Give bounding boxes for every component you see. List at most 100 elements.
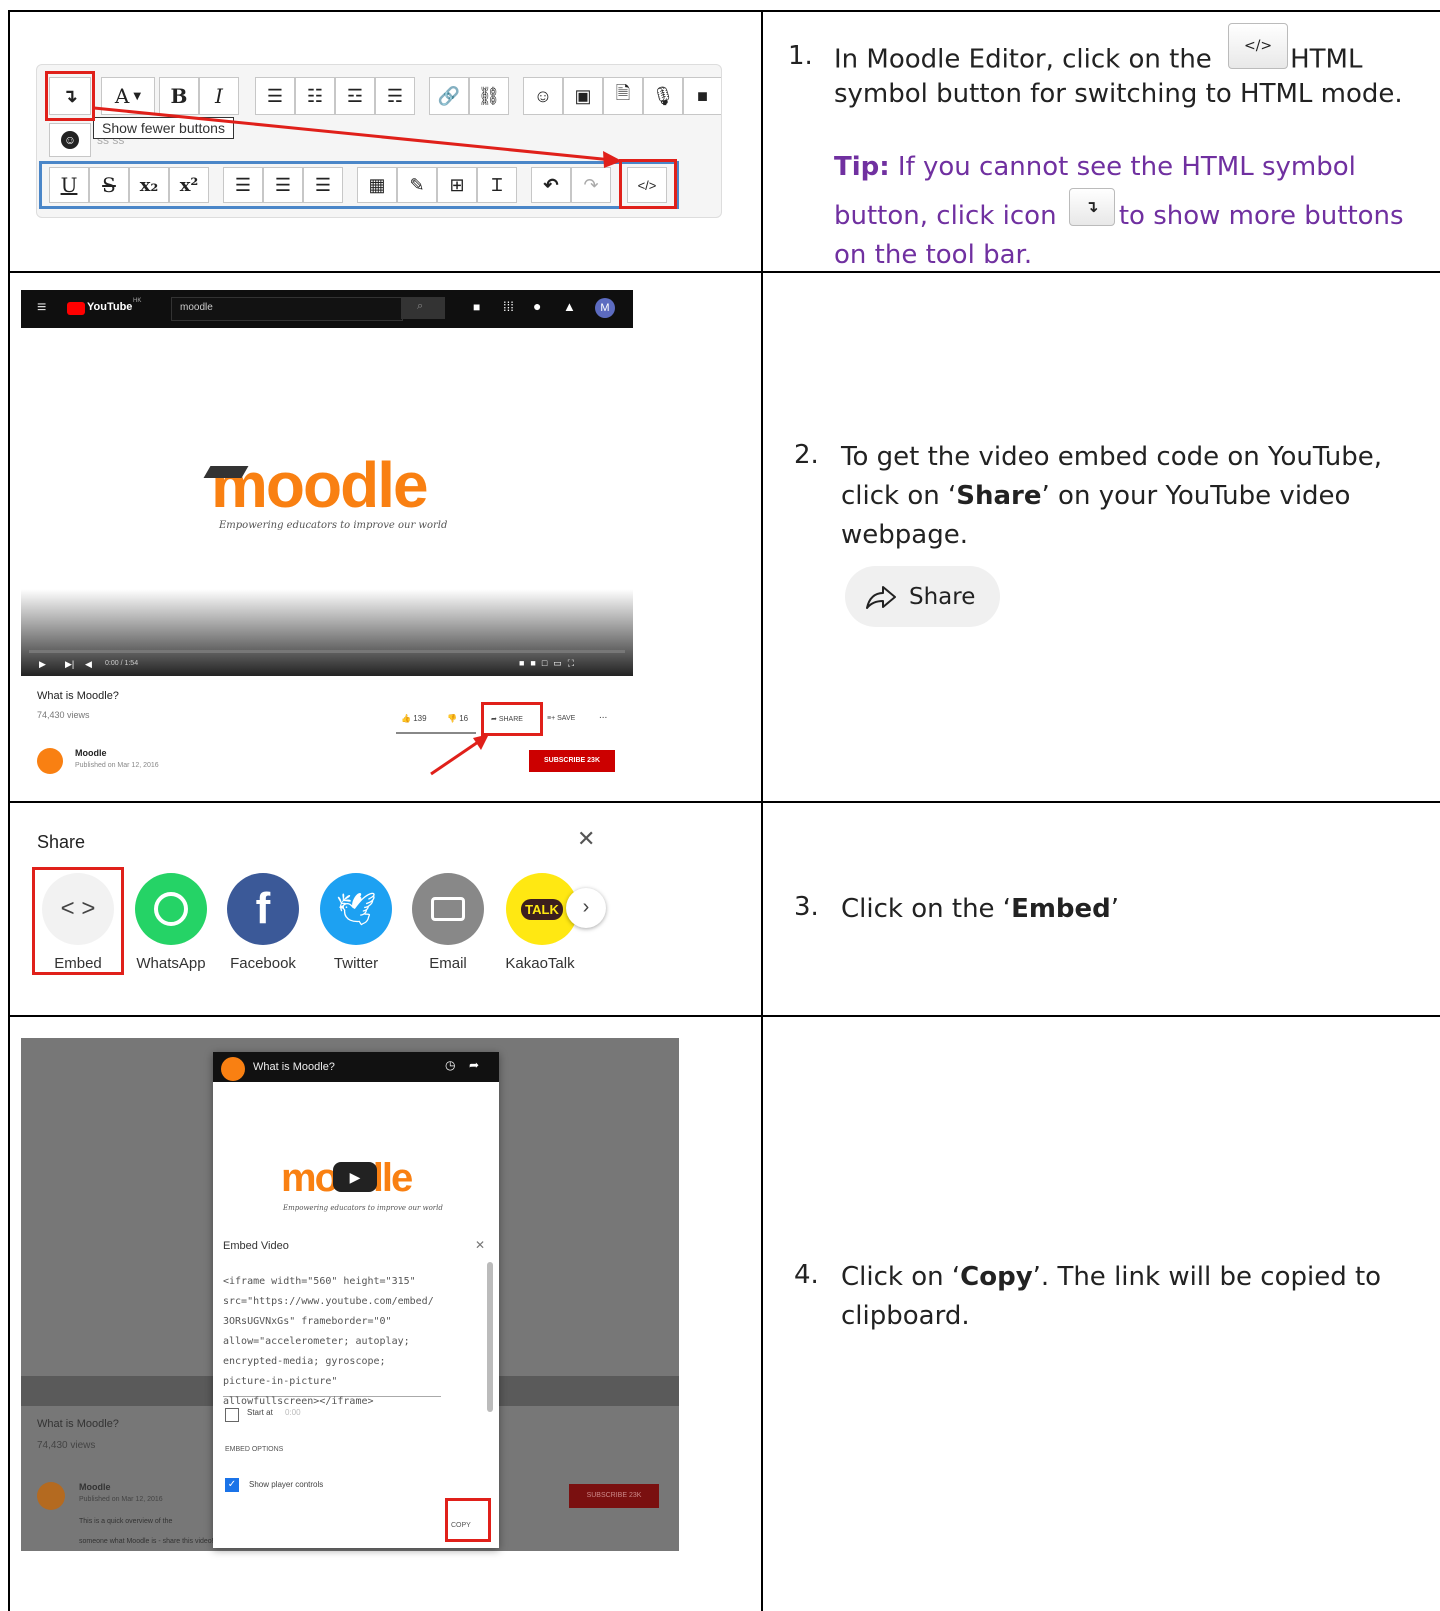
step-4-line-2: clipboard. [841, 1301, 970, 1331]
youtube-topbar: ≡ YouTube HK moodle ⌕ ■ ⁞⁞⁞ ● ▲ M [21, 290, 633, 328]
embed-video-title: What is Moodle? [253, 1061, 335, 1073]
embed-dialog-header: What is Moodle? ◷ ➦ [213, 1052, 499, 1082]
tip-line-2-before: button, click icon [834, 201, 1057, 231]
messages-icon[interactable]: ● [533, 298, 541, 314]
save-button[interactable]: ≡+ SAVE [547, 715, 575, 722]
share-button-example[interactable]: Share [845, 566, 1000, 627]
bg-channel-avatar [37, 1482, 65, 1510]
youtube-logo-icon[interactable] [67, 302, 85, 315]
next-icon[interactable]: ▶| [65, 659, 74, 670]
menu-icon[interactable]: ≡ [37, 299, 46, 317]
share-icon [866, 585, 896, 609]
embed-options-heading: EMBED OPTIONS [225, 1446, 284, 1453]
code-line-6: picture-in-picture" [223, 1376, 338, 1387]
search-button[interactable]: ⌕ [401, 297, 445, 319]
whatsapp-label: WhatsApp [136, 955, 206, 972]
embed-channel-icon [221, 1057, 245, 1081]
step-2-line-3: webpage. [841, 520, 968, 550]
more-actions-button[interactable]: ... [599, 710, 607, 721]
start-at-time: 0:00 [285, 1408, 301, 1417]
avatar[interactable]: M [595, 298, 615, 318]
create-video-icon[interactable]: ■ [473, 300, 480, 314]
player-controls-icons[interactable]: ■■□▭⛶ [519, 658, 580, 669]
table-divider-3 [8, 1015, 1440, 1017]
subscribe-button[interactable]: SUBSCRIBE 23K [529, 750, 615, 772]
tip-line-1-text: If you cannot see the HTML symbol [889, 152, 1356, 182]
step-4-text: Click on ‘Copy’. The link will be copied… [841, 1258, 1421, 1336]
embed-code-box[interactable]: <iframe width="560" height="315" src="ht… [223, 1272, 441, 1407]
youtube-logo-text: YouTube [87, 301, 133, 313]
step-3-text: Click on the ‘Embed’ [841, 890, 1119, 929]
facebook-icon: f [255, 884, 271, 933]
embed-scrollbar[interactable] [487, 1262, 493, 1412]
embed-preview-tagline: Empowering educators to improve our worl… [283, 1204, 443, 1212]
whatsapp-share-button[interactable] [135, 873, 207, 945]
email-label: Email [429, 955, 467, 972]
play-icon[interactable]: ▶ [39, 659, 46, 670]
volume-icon[interactable]: ◀ [85, 659, 92, 670]
apps-icon[interactable]: ⁞⁞⁞ [503, 299, 514, 314]
show-controls-checkbox[interactable]: ✓ [225, 1478, 239, 1492]
step-2-line-1: To get the video embed code on YouTube, [841, 442, 1383, 472]
like-button[interactable]: 👍 139 [401, 714, 427, 723]
tip-label: Tip: [834, 152, 890, 182]
start-at-label: Start at [247, 1408, 273, 1417]
thumbs-up-icon: 👍 [401, 714, 411, 723]
whatsapp-icon [154, 892, 188, 926]
share-header-icon[interactable]: ➦ [469, 1058, 479, 1072]
moodle-tagline: Empowering educators to improve our worl… [219, 520, 448, 531]
bg-video-title: What is Moodle? [37, 1418, 119, 1430]
step-3-after: ’ [1110, 894, 1120, 924]
region-label: HK [133, 298, 142, 304]
time-display: 0:00 / 1:54 [105, 660, 139, 667]
youtube-screenshot: ≡ YouTube HK moodle ⌕ ■ ⁞⁞⁞ ● ▲ M moodle… [21, 290, 633, 780]
step-1-tip: Tip: If you cannot see the HTML symbol b… [834, 143, 1424, 280]
code-line-5: encrypted-media; gyroscope; [223, 1356, 386, 1367]
highlight-embed-button [32, 867, 124, 975]
step-2-line-2-after: ’ on your YouTube video [1041, 481, 1351, 511]
embed-dialog: What is Moodle? ◷ ➦ moodle ▶ Empowering … [213, 1052, 499, 1548]
bell-icon[interactable]: ▲ [563, 299, 576, 314]
start-at-checkbox[interactable] [225, 1408, 239, 1422]
step-4-after: ’. The link will be copied to [1032, 1262, 1382, 1292]
thumbs-down-icon: 👎 [447, 714, 457, 723]
table-column-divider [761, 10, 763, 1611]
dislike-button[interactable]: 👎 16 [447, 714, 468, 723]
share-button-label: Share [909, 583, 976, 610]
email-share-button[interactable] [412, 873, 484, 945]
step-2-number: 2. [794, 440, 819, 470]
share-dialog-close-icon[interactable]: ✕ [577, 826, 595, 852]
code-line-4: allow="accelerometer; autoplay; [223, 1336, 410, 1347]
table-divider-2 [8, 801, 1440, 803]
step-1-line-2: symbol button for switching to HTML mode… [834, 79, 1403, 109]
watch-later-icon[interactable]: ◷ [445, 1058, 455, 1072]
search-input[interactable]: moodle [171, 297, 403, 321]
step-2-line-2-before: click on ‘ [841, 481, 957, 511]
highlight-copy-button [445, 1498, 491, 1542]
moodle-brand: moodle [211, 449, 429, 521]
twitter-share-button[interactable]: 🕊 [320, 873, 392, 945]
embed-dialog-close-icon[interactable]: ✕ [475, 1238, 485, 1252]
embed-play-icon[interactable]: ▶ [333, 1162, 377, 1192]
channel-avatar[interactable] [37, 748, 63, 774]
embed-dialog-heading: Embed Video [223, 1240, 289, 1252]
channel-name[interactable]: Moodle [75, 748, 107, 758]
bg-channel-name: Moodle [79, 1482, 111, 1492]
facebook-share-button[interactable]: f [227, 873, 299, 945]
step-1-line-1-after: HTML [1290, 44, 1363, 75]
step-4-line-1: Click on ‘Copy’. The link will be copied… [841, 1258, 1421, 1297]
progress-bar[interactable] [29, 650, 625, 653]
share-pointer-arrow [430, 734, 489, 776]
step-3-number: 3. [794, 892, 819, 922]
next-share-button[interactable]: › [566, 888, 606, 928]
bg-view-count: 74,430 views [37, 1440, 96, 1451]
step-4-before: Click on ‘ [841, 1262, 961, 1292]
playlist-add-icon: ≡+ [547, 715, 556, 722]
step-1-number: 1. [788, 41, 813, 71]
share-dialog-title: Share [37, 832, 86, 852]
video-player[interactable]: moodle Empowering educators to improve o… [21, 328, 633, 676]
step-3-bold: Embed [1011, 894, 1111, 924]
bg-description-1: This is a quick overview of the [79, 1518, 173, 1525]
kakaotalk-icon: TALK [521, 898, 563, 920]
toggle-icon-inline: ↴ [1068, 187, 1115, 226]
